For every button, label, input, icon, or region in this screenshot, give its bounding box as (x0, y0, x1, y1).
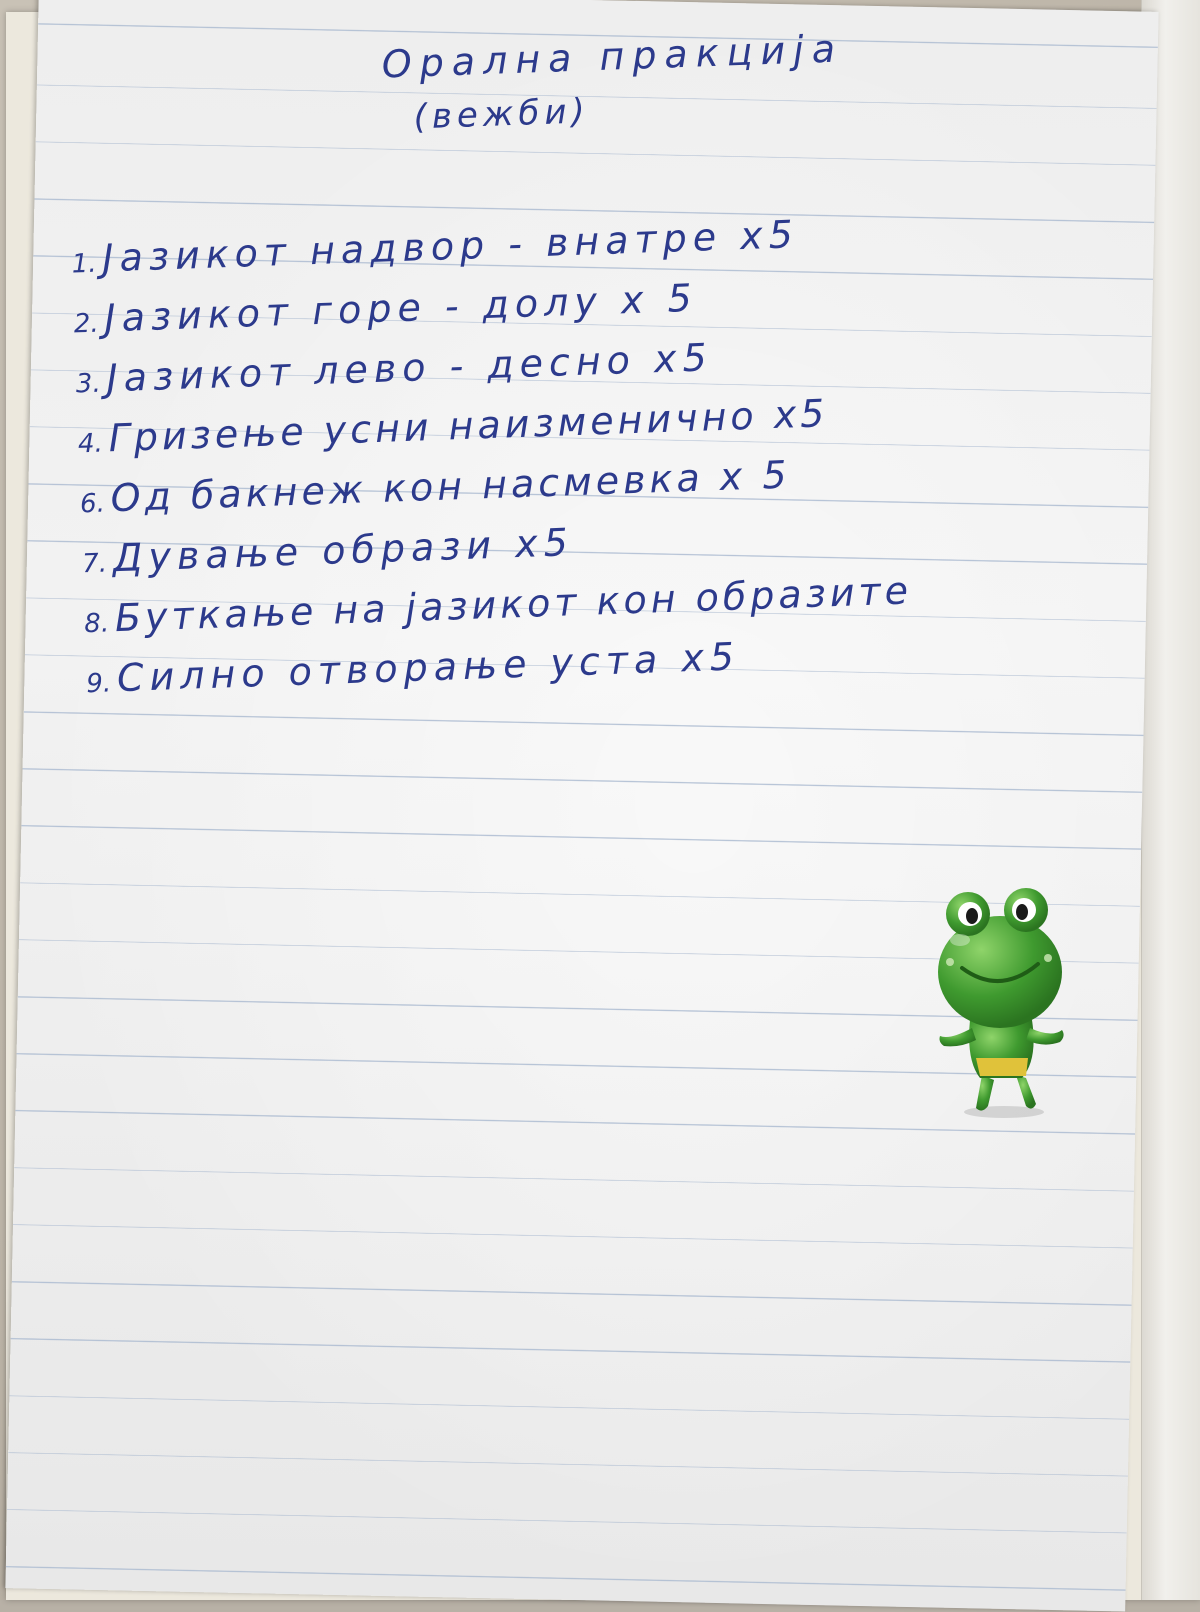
item-number: 9. (85, 668, 112, 700)
item-number: 1. (71, 248, 98, 280)
item-number: 6. (79, 488, 106, 520)
page-title: Орална пракција (380, 26, 844, 87)
item-number: 4. (77, 428, 104, 460)
exercise-list: 1. Јазикот надвор - внатре х5 2. Јазикот… (48, 199, 1159, 718)
page-subtitle: (вежби) (412, 91, 591, 138)
item-number: 8. (83, 608, 110, 640)
handwritten-notes: Орална пракција (вежби) 1. Јазикот надво… (39, 0, 1159, 1587)
item-number: 7. (81, 548, 108, 580)
notebook-page: Орална пракција (вежби) 1. Јазикот надво… (5, 0, 1159, 1612)
item-number: 2. (73, 308, 100, 340)
frog-sticker-icon (938, 888, 1064, 1118)
item-text: Јазикот надвор - внатре х5 (101, 212, 800, 281)
item-number: 3. (75, 368, 102, 400)
